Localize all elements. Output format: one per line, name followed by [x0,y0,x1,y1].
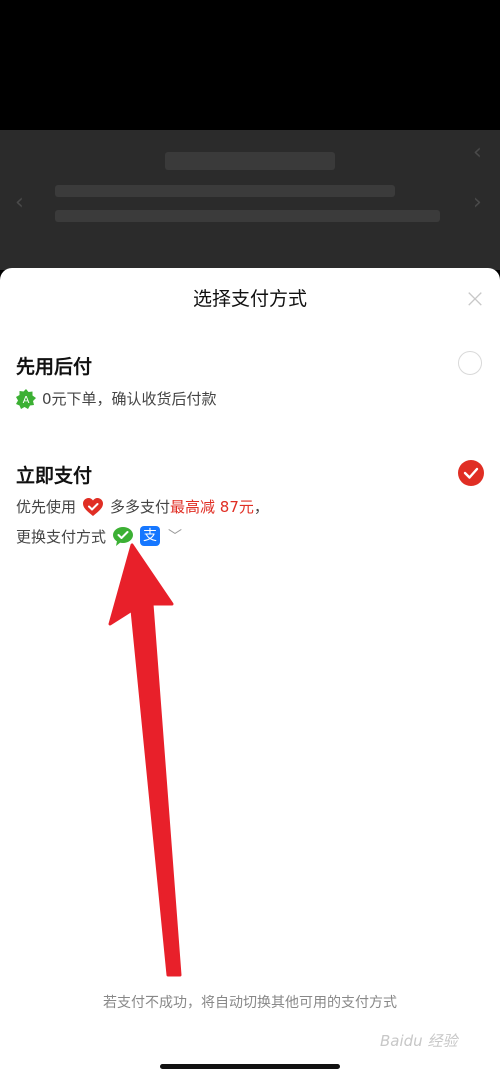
option-pay-later-radio[interactable] [458,351,482,375]
dimmed-text-line [55,210,440,222]
option-pay-now-promo-row: 优先使用 多多支付 最高减 87元 ， [16,496,269,517]
option-pay-later-desc: 0元下单，确认收货后付款 [42,390,217,408]
wechat-pay-icon [113,527,134,546]
green-badge-icon: A [16,388,36,409]
option-pay-later-title[interactable]: 先用后付 [16,352,92,379]
chevron-left-icon: ‹ [15,190,24,215]
top-black-area [0,0,500,130]
dimmed-background: ‹ › ‹ [0,130,500,270]
chevron-left-icon: ‹ [473,140,482,165]
alipay-icon: 支 [140,526,161,546]
change-payment-row[interactable]: 更换支付方式 支 ﹀ [16,525,182,547]
dimmed-heading [165,152,335,170]
duoduo-heart-icon [83,497,104,516]
footer-note: 若支付不成功，将自动切换其他可用的支付方式 [103,995,397,1011]
sheet-title: 选择支付方式 [192,288,307,310]
option-pay-later-desc-row: A 0元下单，确认收货后付款 [16,388,217,409]
close-icon[interactable]: × [462,286,488,312]
watermark-logo: Baidu 经验 [380,1032,458,1050]
check-icon [463,467,479,479]
home-indicator [160,1064,340,1069]
chevron-down-icon[interactable]: ﹀ [168,526,182,546]
svg-text:A: A [23,395,30,406]
chevron-right-icon: › [473,190,482,215]
option-pay-now-title[interactable]: 立即支付 [16,461,92,488]
promo-suffix: ， [253,498,269,516]
payment-method-sheet: 选择支付方式 × 先用后付 A 0元下单，确认收货后付款 立即支付 优先使用 多… [0,268,500,1078]
dimmed-text-line [55,185,395,197]
promo-prefix: 优先使用 [16,498,77,516]
change-payment-label[interactable]: 更换支付方式 [16,526,106,547]
option-pay-now-radio[interactable] [458,460,484,486]
promo-amount: 最高减 87元 [170,498,254,516]
promo-brand: 多多支付 [110,498,171,516]
